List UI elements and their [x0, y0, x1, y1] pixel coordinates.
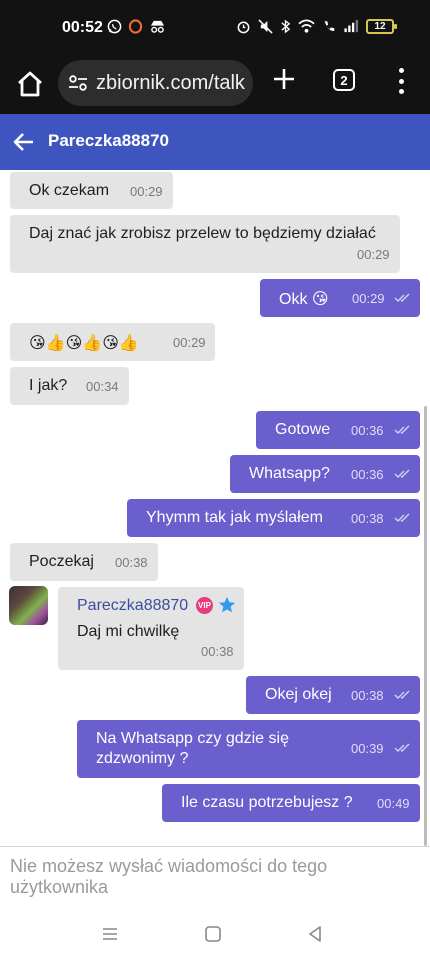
message-time: 00:36 [351, 467, 384, 482]
recents-icon[interactable] [100, 924, 120, 944]
message-time: 00:39 [351, 741, 384, 756]
message-bubble: Yhymm tak jak myślałem 00:38 [127, 499, 420, 537]
message-bubble: Ile czasu potrzebujesz ? 00:49 [162, 784, 420, 822]
address-bar[interactable]: zbiornik.com/talk [58, 60, 253, 106]
message-text: Poczekaj [29, 553, 94, 570]
message-bubble: 😘👍😘👍😘👍 00:29 [10, 323, 215, 361]
signal-icon [344, 19, 359, 33]
message-text-line2: zdzwonimy ? [96, 750, 189, 767]
message-text: Ok czekam [29, 182, 110, 199]
status-left-icons [107, 19, 166, 34]
vip-badge: VIP [196, 597, 213, 614]
call-icon [324, 21, 335, 31]
alarm-icon [237, 21, 250, 34]
message-text: Ile czasu potrzebujesz ? [181, 794, 353, 811]
message-text: Whatsapp? [249, 465, 330, 482]
opera-icon [128, 19, 143, 34]
new-tab-icon[interactable] [272, 67, 296, 91]
cannot-send-notice: Nie możesz wysłać wiadomości do tego uży… [10, 856, 328, 897]
url-text[interactable]: zbiornik.com/talk [96, 72, 245, 95]
message-text: Okk 😘 [279, 291, 329, 308]
overflow-menu-icon[interactable] [396, 68, 406, 94]
status-time: 00:52 [62, 19, 103, 36]
home-nav-icon[interactable] [203, 924, 223, 944]
message-time: 00:49 [377, 796, 410, 811]
message-bubble: Poczekaj 00:38 [10, 543, 158, 581]
bluetooth-icon [281, 19, 291, 34]
message-text: Daj znać jak zrobisz przelew to będziemy… [29, 225, 376, 242]
message-bubble: Pareczka88870 VIP Daj mi chwilkę 00:38 [58, 587, 244, 670]
read-receipt-icon [394, 690, 410, 699]
whatsapp-icon [107, 19, 122, 34]
message-time: 00:38 [201, 644, 234, 659]
scrollbar[interactable] [424, 406, 427, 846]
home-icon[interactable] [14, 68, 46, 100]
message-list[interactable]: Ok czekam 00:29 Daj znać jak zrobisz prz… [0, 170, 430, 846]
sender-name[interactable]: Pareczka88870 [77, 597, 188, 615]
message-bubble: Na Whatsapp czy gdzie się zdzwonimy ? 00… [77, 720, 420, 778]
message-time: 00:29 [130, 184, 163, 199]
avatar[interactable] [9, 586, 48, 625]
message-time: 00:29 [173, 335, 206, 350]
battery-indicator: 12 [366, 19, 397, 34]
message-text: Yhymm tak jak myślałem [146, 509, 323, 526]
read-receipt-icon [394, 293, 410, 302]
incognito-icon [150, 20, 165, 33]
message-time: 00:38 [351, 511, 384, 526]
message-bubble: Okej okej 00:38 [246, 676, 420, 714]
status-bar: 00:52 12 [0, 0, 430, 58]
message-text: Okej okej [265, 686, 332, 703]
message-time: 00:34 [86, 379, 119, 394]
browser-toolbar: zbiornik.com/talk 2 [0, 58, 430, 114]
message-time: 00:36 [351, 423, 384, 438]
back-nav-icon[interactable] [305, 924, 325, 944]
composer-divider [0, 846, 430, 847]
wifi-icon [298, 19, 315, 33]
message-time: 00:38 [351, 688, 384, 703]
message-time: 00:29 [352, 291, 385, 306]
chat-title: Pareczka88870 [48, 131, 170, 150]
read-receipt-icon [394, 469, 410, 478]
message-bubble: Gotowe 00:36 [256, 411, 420, 449]
mute-icon [258, 19, 273, 34]
message-bubble: I jak? 00:34 [10, 367, 129, 405]
read-receipt-icon [394, 425, 410, 434]
star-icon [218, 596, 236, 613]
message-text: Daj mi chwilkę [77, 623, 180, 640]
status-right-icons: 12 [236, 19, 397, 34]
message-bubble: Ok czekam 00:29 [10, 172, 173, 209]
message-time: 00:38 [115, 555, 148, 570]
read-receipt-icon [394, 743, 410, 752]
read-receipt-icon [394, 513, 410, 522]
message-text: I jak? [29, 377, 68, 394]
message-bubble: Okk 😘 00:29 [260, 279, 420, 317]
message-bubble: Daj znać jak zrobisz przelew to będziemy… [10, 215, 400, 273]
system-nav-bar [0, 910, 430, 960]
site-settings-icon[interactable] [67, 72, 89, 94]
message-time: 00:29 [357, 247, 390, 262]
tab-switcher-button[interactable]: 2 [333, 69, 355, 91]
chat-header: Pareczka88870 [0, 114, 430, 170]
message-bubble: Whatsapp? 00:36 [230, 455, 420, 493]
message-text: Gotowe [275, 421, 331, 438]
back-arrow-icon[interactable] [12, 130, 36, 154]
message-text: 😘👍😘👍😘👍 [29, 335, 139, 352]
message-text: Na Whatsapp czy gdzie się [96, 730, 289, 747]
